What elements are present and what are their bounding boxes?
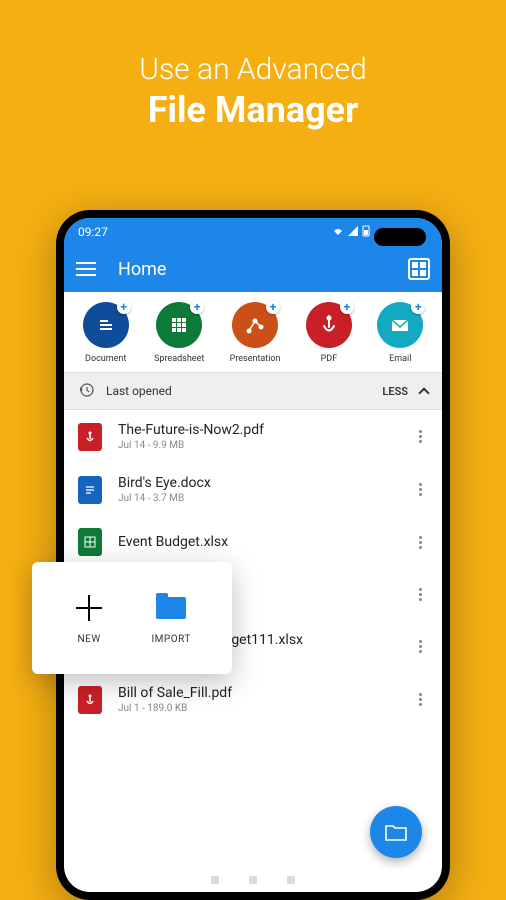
add-badge-icon — [117, 300, 131, 314]
quick-presentation[interactable]: Presentation — [230, 302, 281, 364]
file-info: Event Budget.xlsx — [118, 534, 413, 550]
import-label: IMPORT — [151, 634, 190, 645]
quick-circle-icon — [306, 302, 352, 348]
quick-label: Document — [85, 354, 126, 364]
page-title: Home — [118, 259, 408, 280]
quick-document[interactable]: Document — [83, 302, 129, 364]
wifi-icon — [332, 226, 344, 239]
view-grid-button[interactable] — [408, 258, 430, 280]
file-meta: Jul 1 - 189.0 KB — [118, 703, 413, 714]
import-button[interactable]: IMPORT — [151, 592, 190, 645]
chevron-up-icon[interactable] — [418, 387, 429, 398]
status-bar: 09:27 — [64, 218, 442, 246]
folder-icon — [385, 823, 407, 841]
file-row[interactable]: Bird's Eye.docx Jul 14 - 3.7 MB — [64, 463, 442, 516]
quick-label: Presentation — [230, 354, 281, 364]
add-badge-icon — [340, 300, 354, 314]
file-row[interactable]: The-Future-is-Now2.pdf Jul 14 - 9.9 MB — [64, 410, 442, 463]
file-info: The-Future-is-Now2.pdf Jul 14 - 9.9 MB — [118, 422, 413, 451]
file-info: Bill of Sale_Fill.pdf Jul 1 - 189.0 KB — [118, 685, 413, 714]
file-type-icon — [78, 423, 102, 451]
file-name: Event Budget.xlsx — [118, 534, 413, 550]
file-info: Bird's Eye.docx Jul 14 - 3.7 MB — [118, 475, 413, 504]
file-type-icon — [78, 476, 102, 504]
quick-label: Email — [389, 354, 411, 364]
file-name: The-Future-is-Now2.pdf — [118, 422, 413, 438]
file-type-icon — [78, 528, 102, 556]
file-name: Bill of Sale_Fill.pdf — [118, 685, 413, 701]
quick-pdf[interactable]: PDF — [306, 302, 352, 364]
promo-line2: File Manager — [0, 89, 506, 131]
plus-icon — [76, 595, 102, 621]
promo-heading: Use an Advanced File Manager — [0, 0, 506, 131]
app-bar: Home — [64, 246, 442, 292]
status-time: 09:27 — [78, 225, 108, 239]
file-meta: Jul 14 - 9.9 MB — [118, 440, 413, 451]
quick-label: PDF — [321, 354, 338, 364]
more-options-button[interactable] — [413, 477, 428, 502]
file-meta: Jul 14 - 3.7 MB — [118, 493, 413, 504]
menu-icon[interactable] — [76, 262, 96, 276]
phone-frame: 09:27 Home Document Spreadsheet Presentati… — [56, 210, 450, 900]
file-row[interactable]: Bill of Sale_Fill.pdf Jul 1 - 189.0 KB — [64, 673, 442, 726]
file-type-icon — [78, 686, 102, 714]
screen: 09:27 Home Document Spreadsheet Presentati… — [64, 218, 442, 892]
file-row[interactable]: Event Budget.xlsx — [64, 516, 442, 568]
quick-actions-row: Document Spreadsheet Presentation PDF Email — [64, 292, 442, 372]
add-badge-icon — [266, 300, 280, 314]
quick-circle-icon — [232, 302, 278, 348]
battery-icon — [362, 225, 370, 240]
quick-circle-icon — [156, 302, 202, 348]
new-button[interactable]: NEW — [73, 592, 105, 645]
add-badge-icon — [411, 300, 425, 314]
fab-button[interactable] — [370, 806, 422, 858]
status-icons — [332, 225, 370, 240]
add-badge-icon — [190, 300, 204, 314]
file-name: Bird's Eye.docx — [118, 475, 413, 491]
quick-circle-icon — [83, 302, 129, 348]
promo-line1: Use an Advanced — [0, 52, 506, 87]
quick-label: Spreadsheet — [154, 354, 204, 364]
more-options-button[interactable] — [413, 424, 428, 449]
signal-icon — [348, 226, 358, 239]
nav-bar — [211, 876, 295, 884]
quick-spreadsheet[interactable]: Spreadsheet — [154, 302, 204, 364]
quick-email[interactable]: Email — [377, 302, 423, 364]
more-options-button[interactable] — [413, 530, 428, 555]
more-options-button[interactable] — [413, 634, 428, 659]
fab-menu: NEW IMPORT — [32, 562, 232, 674]
section-header: Last opened LESS — [64, 372, 442, 410]
history-icon — [78, 382, 94, 401]
new-label: NEW — [78, 634, 101, 645]
collapse-button[interactable]: LESS — [382, 385, 408, 398]
more-options-button[interactable] — [413, 687, 428, 712]
more-options-button[interactable] — [413, 582, 428, 607]
section-title: Last opened — [106, 384, 172, 398]
quick-circle-icon — [377, 302, 423, 348]
folder-icon — [156, 597, 186, 619]
